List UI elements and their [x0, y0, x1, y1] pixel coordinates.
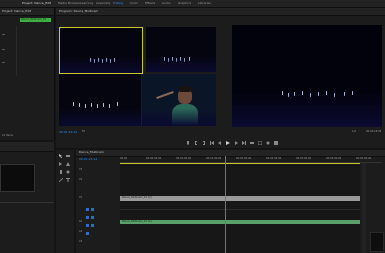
- project-items-count: 12 Items: [2, 134, 13, 137]
- timeline-panel: Dance_Multicam 00:01:24:12 00:00 00:00:3…: [76, 150, 385, 253]
- ruler-mark-7: 00:03:30:00: [326, 157, 342, 160]
- track-divider: [120, 209, 360, 210]
- multicam-angle-4[interactable]: [142, 74, 216, 126]
- ripple-edit-icon[interactable]: [59, 170, 63, 174]
- selected-clip-label: Dance_Multicam_01: [21, 18, 47, 21]
- ruler-mark-0: 00:00: [120, 157, 128, 160]
- program-monitor-tab[interactable]: Program: Dance_Multicam: [59, 9, 98, 13]
- ruler-mark-3: 00:01:30:00: [206, 157, 222, 160]
- track-toggle-a3[interactable]: [86, 232, 89, 235]
- video-clip[interactable]: Dance_Multicam_01 [V]: [120, 196, 360, 201]
- track-toggle-a1[interactable]: [86, 216, 89, 219]
- overwrite-icon[interactable]: [257, 140, 263, 146]
- workspace-bar[interactable]: [120, 163, 360, 164]
- ruler-mark-2: 00:01:00:00: [176, 157, 192, 160]
- timeline-timecode[interactable]: 00:01:24:12: [79, 157, 97, 161]
- program-output-view: [232, 25, 382, 127]
- playhead[interactable]: [225, 156, 226, 253]
- timeline-vertical-scroll[interactable]: [362, 163, 366, 253]
- track-area: Dance_Multicam_01 [V] Dance_Multicam_01 …: [120, 163, 360, 253]
- step-forward-icon[interactable]: [234, 141, 238, 145]
- project-panel: Project: Dance_Edit Dance_Multicam_01 12…: [0, 8, 55, 140]
- top-tab-media-browser[interactable]: Media Browser: [58, 1, 80, 5]
- track-toggle-a2b[interactable]: [91, 224, 94, 227]
- track-v2-label[interactable]: V2: [79, 178, 82, 182]
- razor-icon[interactable]: [58, 177, 64, 183]
- out-point-icon[interactable]: [202, 141, 206, 145]
- step-back-icon[interactable]: [218, 141, 222, 145]
- type-icon[interactable]: [66, 178, 70, 182]
- program-monitor: Program: Dance_Multicam 00:01:24:12 Fit …: [56, 8, 385, 148]
- ruler-mark-4: 00:02:00:00: [236, 157, 252, 160]
- track-a1-label[interactable]: A1: [79, 220, 82, 224]
- workspace-tab-assembly[interactable]: Assembly: [96, 1, 110, 5]
- program-zoom[interactable]: Fit: [82, 130, 85, 134]
- workspace-tab-editing[interactable]: Editing: [113, 1, 123, 5]
- marker-icon[interactable]: [186, 141, 190, 145]
- ruler-mark-8: 00:04:00:00: [356, 157, 372, 160]
- media-panel: [0, 142, 54, 253]
- audio-clip-label: Dance_Multicam_01 [A]: [122, 220, 152, 223]
- tools-panel: [56, 150, 74, 253]
- multicam-angle-3[interactable]: [59, 74, 141, 126]
- workspace-tab-color[interactable]: Color: [130, 1, 138, 5]
- menu-bar: Project: Dance_Edit Media Browser Learni…: [0, 0, 385, 8]
- multicam-angle-2[interactable]: [146, 27, 216, 72]
- track-v1-label[interactable]: V1: [79, 196, 82, 200]
- workspace-tab-audio[interactable]: Audio: [162, 1, 171, 5]
- ruler-mark-5: 00:02:30:00: [266, 157, 282, 160]
- pen-icon[interactable]: [66, 162, 70, 166]
- audio-meter: [370, 232, 384, 252]
- media-thumbnail[interactable]: [0, 164, 35, 192]
- track-a2-label[interactable]: A2: [79, 230, 82, 234]
- workspace-tab-graphics[interactable]: Graphics: [178, 1, 191, 5]
- project-panel-tab[interactable]: Project: Dance_Edit: [2, 9, 31, 13]
- track-headers: V3 V2 V1 A1 A2 A3: [76, 168, 119, 253]
- project-panel-header: Project: Dance_Edit: [0, 8, 54, 16]
- workspace-tab-effects[interactable]: Effects: [145, 1, 155, 5]
- track-toggle-v1b[interactable]: [91, 208, 94, 211]
- media-panel-header: [0, 142, 54, 152]
- selection-tool-icon[interactable]: [59, 154, 63, 158]
- top-tab-project[interactable]: Project: Dance_Edit: [22, 1, 51, 5]
- track-v3-label[interactable]: V3: [79, 168, 82, 172]
- hand-icon[interactable]: [66, 170, 70, 174]
- timeline-ruler[interactable]: 00:00 00:00:30:00 00:01:00:00 00:01:30:0…: [120, 156, 382, 163]
- audio-clip[interactable]: Dance_Multicam_01 [A]: [120, 220, 360, 224]
- go-to-out-icon[interactable]: [242, 141, 246, 145]
- timeline-tab[interactable]: Dance_Multicam: [79, 150, 104, 154]
- insert-icon[interactable]: [250, 141, 254, 145]
- workspace-tab-learning[interactable]: Learning: [80, 1, 93, 5]
- media-scroll[interactable]: [0, 202, 54, 203]
- program-monitor-header: Program: Dance_Multicam: [56, 8, 385, 16]
- in-point-icon[interactable]: [194, 141, 198, 145]
- video-clip-label: Dance_Multicam_01 [V]: [122, 196, 152, 199]
- ruler-mark-6: 00:03:00:00: [296, 157, 312, 160]
- workspace-tab-libraries[interactable]: Libraries: [198, 1, 211, 5]
- track-select-icon[interactable]: [59, 162, 63, 166]
- slip-icon[interactable]: [66, 154, 70, 158]
- play-icon[interactable]: [226, 141, 230, 145]
- track-toggle-a2[interactable]: [86, 224, 89, 227]
- multicam-angle-1[interactable]: [59, 27, 143, 74]
- ruler-mark-1: 00:00:30:00: [146, 157, 162, 160]
- program-timecode[interactable]: 00:01:24:12: [59, 130, 77, 134]
- go-to-in-icon[interactable]: [210, 141, 214, 145]
- multicam-icon[interactable]: [274, 141, 278, 145]
- transport-bar: [186, 140, 296, 146]
- export-frame-icon[interactable]: [266, 141, 270, 145]
- program-quality[interactable]: 1/2: [352, 130, 356, 134]
- bin-list: [2, 24, 52, 84]
- track-toggle-a1b[interactable]: [91, 216, 94, 219]
- track-a3-label[interactable]: A3: [79, 240, 82, 244]
- track-toggle-v1[interactable]: [86, 208, 89, 211]
- program-duration: 00:04:18:05: [366, 130, 382, 133]
